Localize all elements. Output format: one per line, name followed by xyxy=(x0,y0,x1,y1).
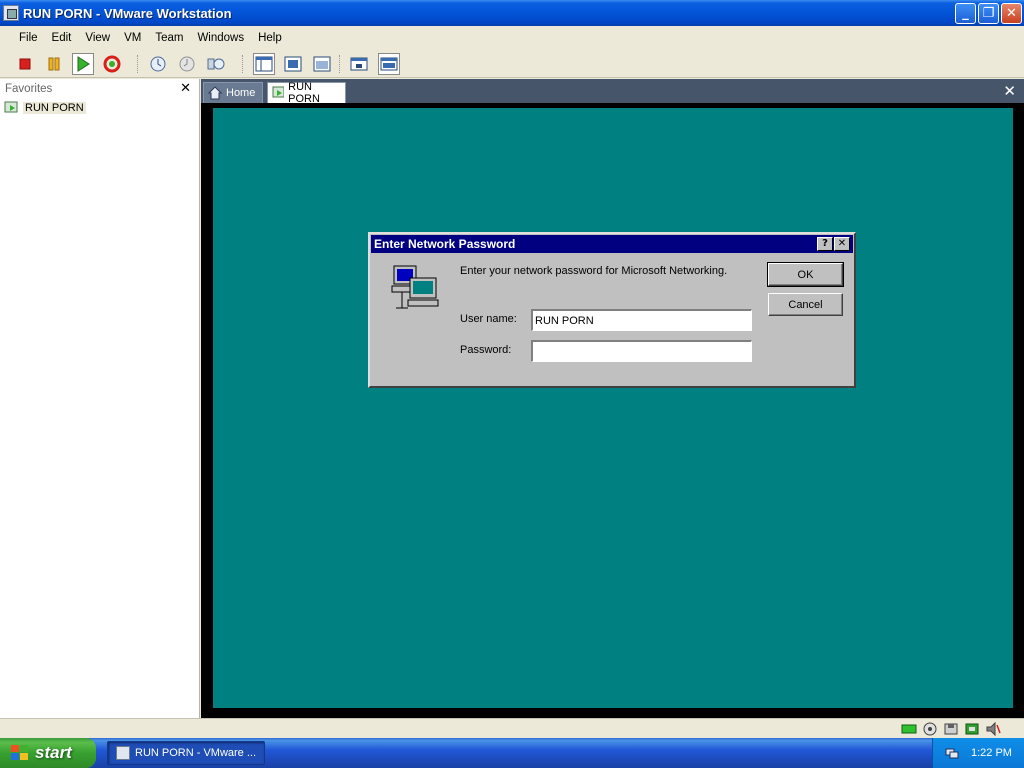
menu-windows[interactable]: Windows xyxy=(190,27,251,49)
restore-button[interactable]: ❐ xyxy=(978,3,999,24)
user-name-field[interactable] xyxy=(531,309,752,331)
full-screen-button[interactable] xyxy=(282,53,304,75)
password-field[interactable] xyxy=(531,340,752,362)
power-off-icon xyxy=(19,58,31,70)
system-tray: 1:22 PM xyxy=(932,738,1024,768)
favorites-header: Favorites ✕ xyxy=(0,79,199,99)
quick-switch-icon xyxy=(313,56,331,72)
snapshot-manager-button[interactable] xyxy=(205,53,227,75)
vm-icon xyxy=(4,101,18,113)
toolbar xyxy=(0,50,1024,78)
console-view-icon xyxy=(350,57,368,71)
console-view-button[interactable] xyxy=(348,53,370,75)
dialog-title: Enter Network Password xyxy=(374,237,516,251)
dialog-close-icon[interactable]: ✕ xyxy=(834,237,850,251)
show-sidebar-icon xyxy=(255,56,273,72)
take-snapshot-button[interactable] xyxy=(147,53,169,75)
window-title: RUN PORN - VMware Workstation xyxy=(23,5,232,21)
menu-edit[interactable]: Edit xyxy=(45,27,79,49)
favorite-item-run-porn[interactable]: RUN PORN xyxy=(0,99,199,117)
user-name-label: User name: xyxy=(460,313,517,325)
hard-disk-status-icon[interactable] xyxy=(901,721,917,737)
suspend-button[interactable] xyxy=(43,53,65,75)
tab-home-label: Home xyxy=(226,87,256,99)
summary-view-button[interactable] xyxy=(378,53,400,75)
close-tab-icon[interactable]: ✕ xyxy=(1003,82,1016,100)
network-status-icon[interactable] xyxy=(964,721,980,737)
menu-view[interactable]: View xyxy=(78,27,117,49)
suspend-icon xyxy=(48,57,60,71)
window-title-bar[interactable]: RUN PORN - VMware Workstation _ ❐ ✕ xyxy=(0,0,1024,26)
restore-icon: ❐ xyxy=(982,6,995,21)
status-bar xyxy=(0,718,1024,738)
clock[interactable]: 1:22 PM xyxy=(971,747,1012,759)
power-on-icon xyxy=(77,56,90,72)
guest-console-frame: Enter Network Password ? ✕ Enter your ne… xyxy=(201,103,1024,718)
minimize-icon: _ xyxy=(962,6,969,21)
sound-status-icon[interactable] xyxy=(985,721,1001,737)
power-off-button[interactable] xyxy=(14,53,36,75)
menu-vm[interactable]: VM xyxy=(117,27,148,49)
password-label: Password: xyxy=(460,344,512,356)
tab-bar: Home RUN PORN ✕ xyxy=(201,79,1024,105)
reset-icon xyxy=(103,55,121,73)
floppy-status-icon[interactable] xyxy=(943,721,959,737)
menu-bar: File Edit View VM Team Windows Help xyxy=(0,26,1024,50)
tab-home[interactable]: Home xyxy=(203,82,263,103)
close-favorites-icon[interactable]: ✕ xyxy=(180,81,191,96)
ok-button[interactable]: OK xyxy=(767,262,844,287)
windows-flag-icon xyxy=(11,745,28,760)
vm-tab-icon xyxy=(272,86,285,98)
taskbar-item-vmware[interactable]: RUN PORN - VMware ... xyxy=(107,741,265,765)
snapshot-revert-icon xyxy=(179,56,195,72)
taskbar: start RUN PORN - VMware ... 1:22 PM xyxy=(0,738,1024,768)
menu-file[interactable]: File xyxy=(12,27,45,49)
tab-run-porn[interactable]: RUN PORN xyxy=(267,81,346,105)
tab-run-porn-label: RUN PORN xyxy=(288,81,320,105)
cd-drive-status-icon[interactable] xyxy=(922,721,938,737)
network-password-dialog: Enter Network Password ? ✕ Enter your ne… xyxy=(368,232,856,388)
close-window-button[interactable]: ✕ xyxy=(1001,3,1022,24)
menu-team[interactable]: Team xyxy=(148,27,190,49)
network-tray-icon[interactable] xyxy=(945,746,959,760)
snapshot-manager-icon xyxy=(207,58,225,70)
favorite-item-label: RUN PORN xyxy=(23,102,86,114)
start-button[interactable]: start xyxy=(0,738,96,768)
help-icon[interactable]: ? xyxy=(817,237,833,251)
taskbar-item-label: RUN PORN - VMware ... xyxy=(135,747,257,759)
dialog-title-bar[interactable]: Enter Network Password ? ✕ xyxy=(371,235,853,253)
quick-switch-button[interactable] xyxy=(311,53,333,75)
home-icon xyxy=(208,86,222,100)
start-label: start xyxy=(35,743,72,762)
minimize-button[interactable]: _ xyxy=(955,3,976,24)
revert-snapshot-button[interactable] xyxy=(176,53,198,75)
vm-pane: Home RUN PORN ✕ Enter Network Password ?… xyxy=(201,79,1024,718)
summary-view-icon xyxy=(380,57,398,71)
reset-button[interactable] xyxy=(101,53,123,75)
cancel-button[interactable]: Cancel xyxy=(768,293,843,316)
show-sidebar-button[interactable] xyxy=(253,53,275,75)
favorites-sidebar: Favorites ✕ RUN PORN xyxy=(0,79,200,718)
power-on-button[interactable] xyxy=(72,53,94,75)
menu-help[interactable]: Help xyxy=(251,27,289,49)
guest-screen[interactable]: Enter Network Password ? ✕ Enter your ne… xyxy=(213,108,1013,708)
snapshot-take-icon xyxy=(150,56,166,72)
dialog-message: Enter your network password for Microsof… xyxy=(460,265,728,277)
close-icon: ✕ xyxy=(1006,6,1017,21)
favorites-title: Favorites xyxy=(5,83,53,95)
vmware-app-icon[interactable] xyxy=(3,5,19,21)
full-screen-icon xyxy=(284,56,302,72)
vmware-taskbar-icon xyxy=(116,746,130,760)
network-computer-icon xyxy=(391,265,439,309)
